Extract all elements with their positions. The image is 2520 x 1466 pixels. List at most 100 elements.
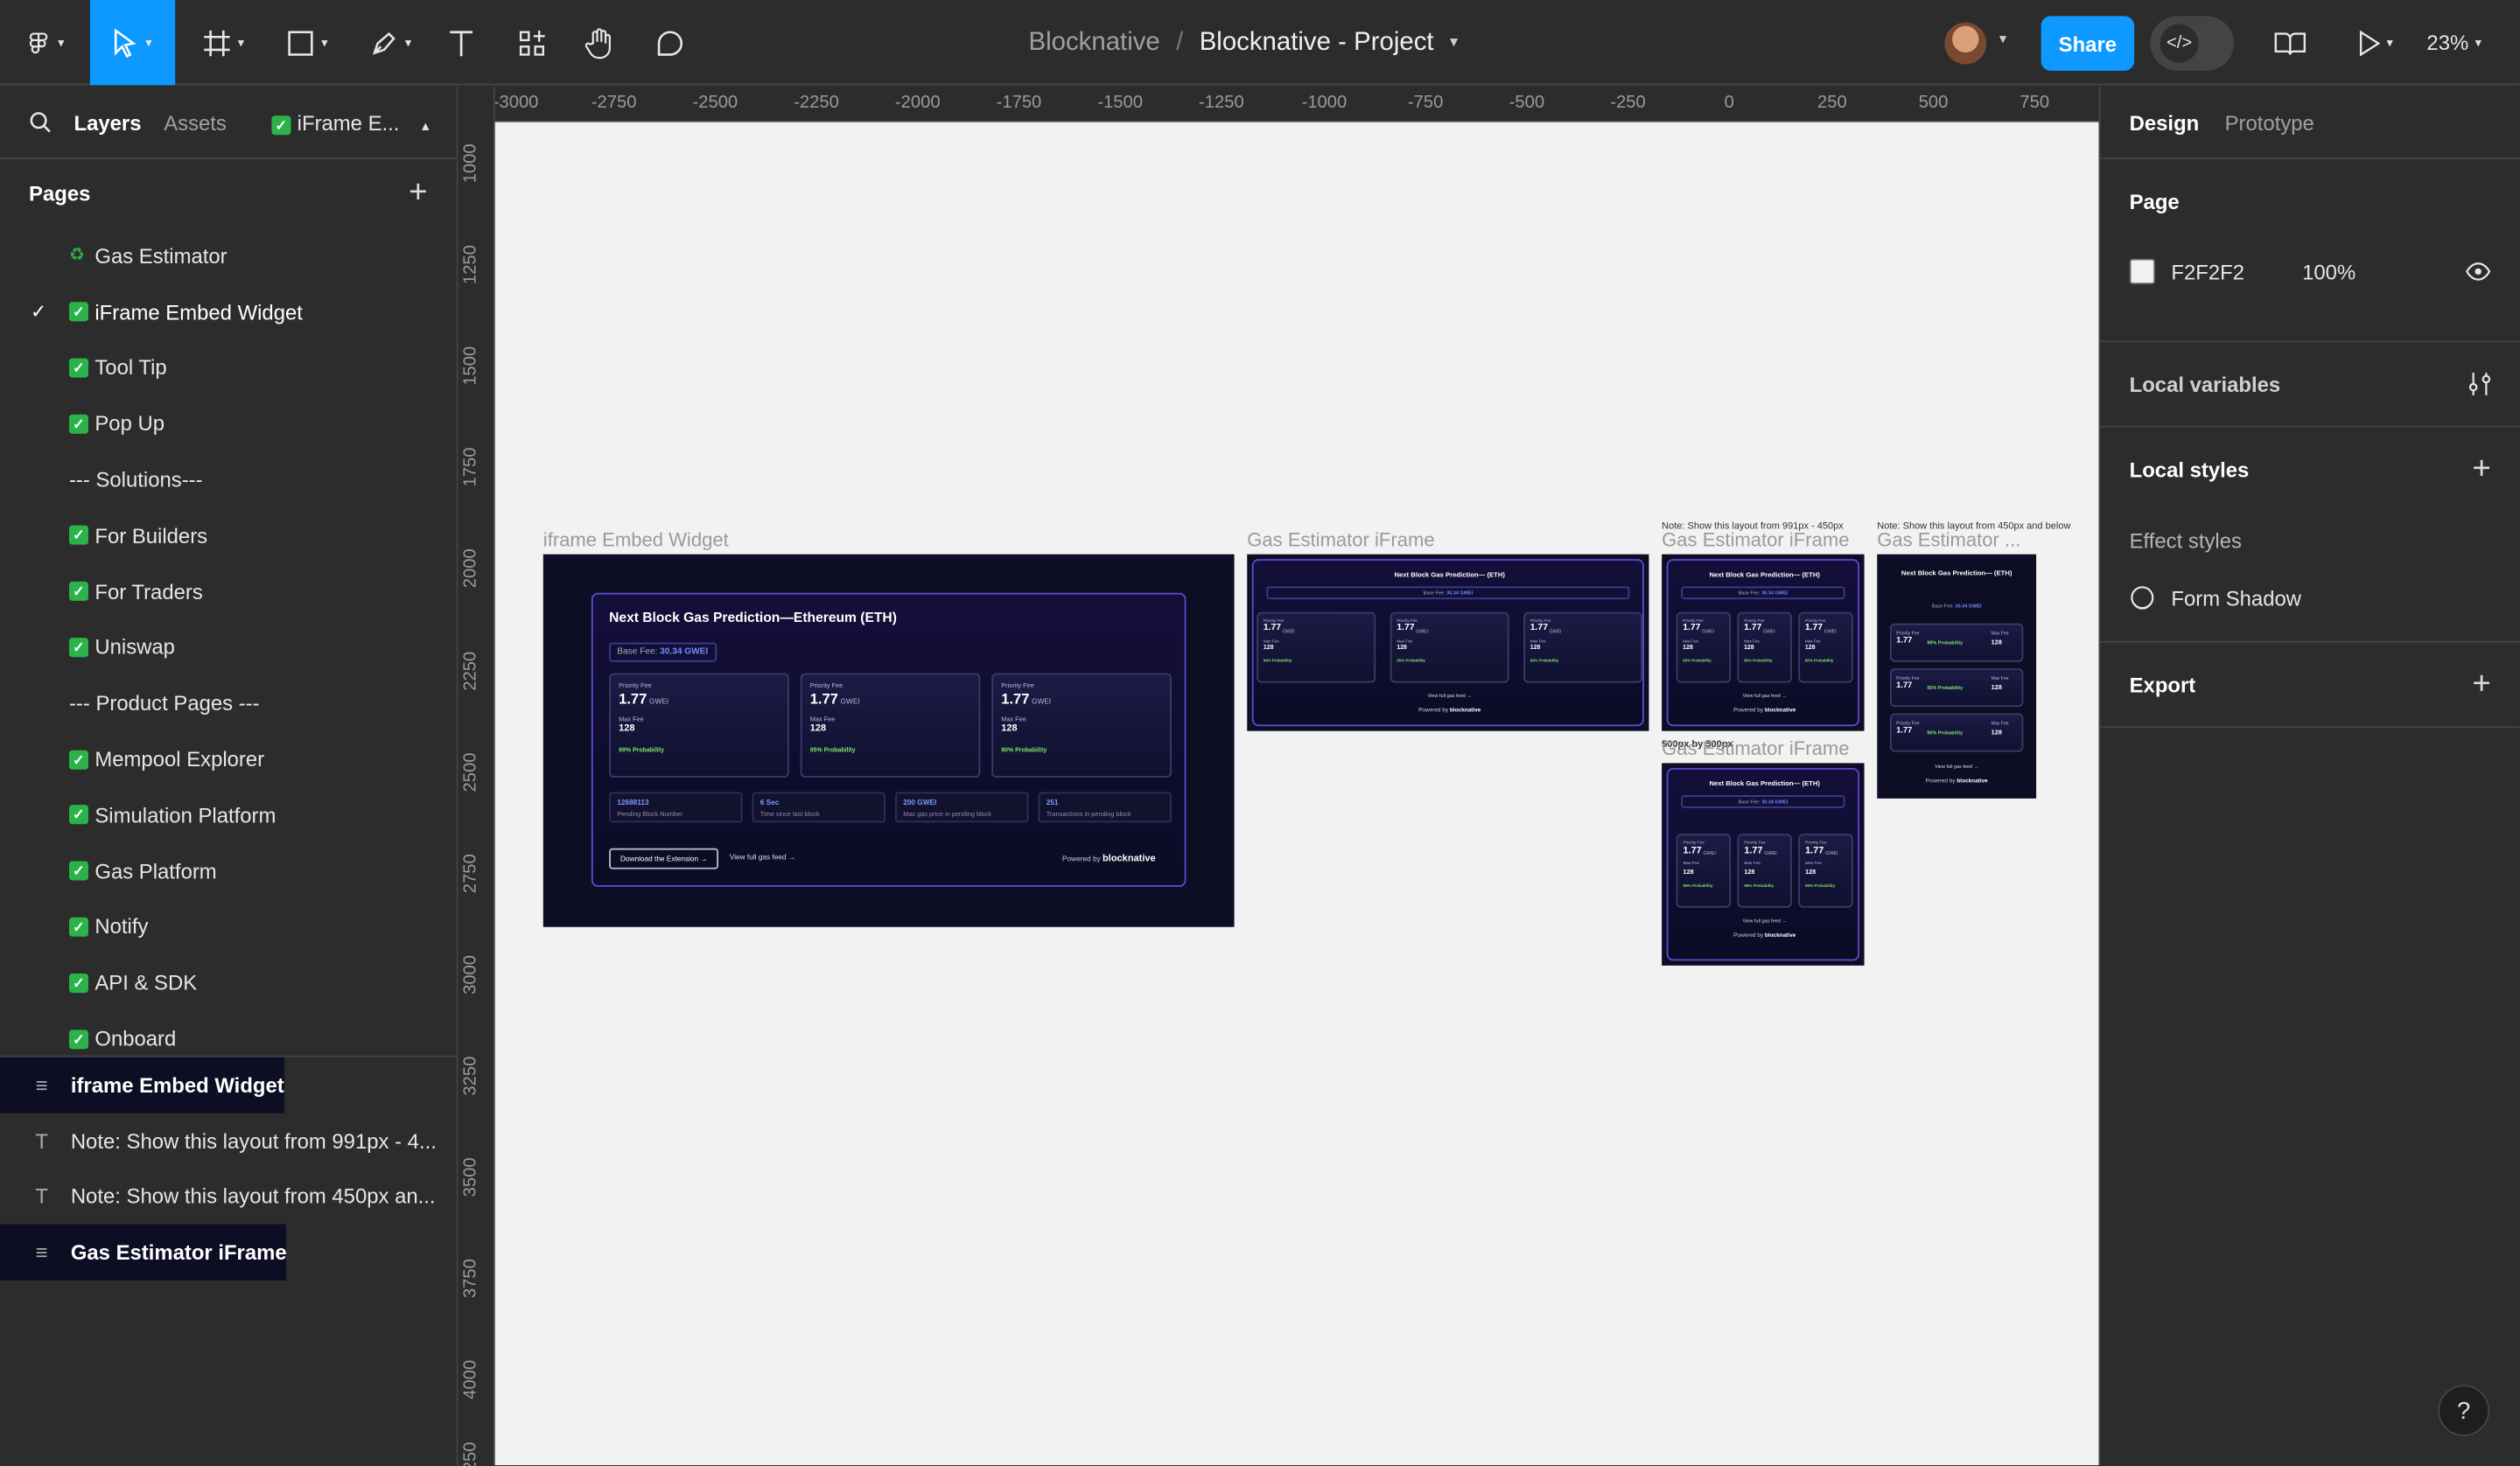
- page-item[interactable]: --- Solutions---: [0, 451, 457, 507]
- team-name[interactable]: Blocknative: [1028, 28, 1159, 57]
- fee-card: Priority Fee 1.77 GWEI Max Fee 128 90% Probab…: [1523, 611, 1643, 683]
- text-tool-button[interactable]: [440, 0, 482, 85]
- page-item[interactable]: ✓ Mempool Explorer: [0, 731, 457, 787]
- page-opacity[interactable]: 100%: [2302, 260, 2356, 284]
- file-title[interactable]: Blocknative / Blocknative - Project ▾: [1028, 0, 1458, 85]
- breadcrumb-separator: /: [1176, 28, 1184, 56]
- hand-tool-button[interactable]: [578, 0, 620, 85]
- color-swatch[interactable]: [2129, 258, 2156, 285]
- layer-item-label: Note: Show this layout from 450px an...: [70, 1184, 436, 1210]
- probability-label: 90% Probability: [1805, 883, 1836, 888]
- gas-estimator-iframe-square[interactable]: Next Block Gas Prediction— (ETH) Base Fee…: [1662, 763, 1865, 966]
- current-page-selector[interactable]: ✓ iFrame E... ▴: [271, 110, 429, 135]
- dev-mode-toggle[interactable]: </>: [2150, 16, 2235, 71]
- add-style-icon[interactable]: +: [2472, 450, 2490, 487]
- chevron-down-icon: ▾: [145, 35, 152, 50]
- page-item[interactable]: ✓ Tool Tip: [0, 340, 457, 396]
- ruler-tick-label: -250: [1610, 93, 1646, 113]
- local-styles-section: Local styles + Effect styles Form Shadow: [2100, 425, 2520, 641]
- max-fee-label: Max Fee: [809, 715, 836, 723]
- widget-title: Next Block Gas Prediction— (ETH): [1709, 778, 1820, 787]
- page-item[interactable]: ✓ API & SDK: [0, 955, 457, 1011]
- form-shadow-style[interactable]: Form Shadow: [2130, 569, 2491, 626]
- export-row[interactable]: Export +: [2130, 643, 2491, 727]
- add-page-icon[interactable]: +: [409, 175, 427, 212]
- chevron-down-icon[interactable]: ▾: [1999, 31, 2006, 48]
- layer-item[interactable]: ≡ iframe Embed Widget: [0, 1057, 284, 1113]
- page-item[interactable]: ✓ Gas Platform: [0, 843, 457, 899]
- stat-label: Max gas price in pending block: [903, 809, 992, 818]
- page-item[interactable]: --- Product Pages ---: [0, 675, 457, 731]
- layer-item[interactable]: T Note: Show this layout from 450px an...: [0, 1169, 457, 1225]
- frame-tool-button[interactable]: ▾: [190, 0, 257, 85]
- frame-label[interactable]: iframe Embed Widget: [543, 528, 729, 551]
- library-button[interactable]: [2269, 0, 2311, 85]
- chevron-down-icon[interactable]: ▾: [1450, 34, 1458, 52]
- check-emoji-icon: ✓: [68, 526, 89, 546]
- powered-by-label: Powered by: [1062, 855, 1101, 863]
- page-item[interactable]: ✓ Onboard: [0, 1011, 457, 1056]
- pen-tool-button[interactable]: ▾: [357, 0, 424, 85]
- tab-assets[interactable]: Assets: [164, 110, 227, 135]
- present-button[interactable]: ▾: [2347, 0, 2404, 85]
- page-fill-row[interactable]: F2F2F2 100%: [2129, 242, 2491, 300]
- page-item[interactable]: ✓ Pop Up: [0, 396, 457, 452]
- figma-window: ▾ ▾ ▾ ▾ ▾ Blocknative / Blocknative - Pr…: [0, 0, 2520, 1466]
- avatar[interactable]: [1944, 22, 1987, 65]
- stat-value: 200 GWEI: [903, 798, 937, 807]
- layer-item[interactable]: ≡ Gas Estimator iFrame: [0, 1225, 287, 1281]
- iframe-embed-widget-frame[interactable]: Next Block Gas Prediction—Ethereum (ETH)…: [542, 554, 1235, 927]
- page-item[interactable]: ✓ For Builders: [0, 507, 457, 563]
- page-item-label: Notify: [94, 914, 149, 939]
- page-item[interactable]: ✓ Uniswap: [0, 619, 457, 675]
- canvas[interactable]: iframe Embed Widget Next Block Gas Predi…: [494, 122, 2099, 1466]
- pen-icon: [372, 31, 396, 54]
- gas-widget: Next Block Gas Prediction— (ETH) Base Fee…: [1251, 559, 1644, 727]
- tab-layers[interactable]: Layers: [74, 110, 141, 135]
- page-item[interactable]: ✓ Simulation Platform: [0, 787, 457, 843]
- base-fee-label: Base Fee:: [1738, 798, 1760, 806]
- move-tool-button[interactable]: ▾: [89, 0, 176, 86]
- main-menu-button[interactable]: ▾: [16, 0, 74, 85]
- tab-design[interactable]: Design: [2130, 110, 2200, 135]
- page-item[interactable]: ♻ Gas Estimator: [0, 228, 457, 284]
- help-button[interactable]: ?: [2438, 1385, 2490, 1437]
- frame-label[interactable]: Gas Estimator iFrame: [1662, 528, 1849, 551]
- stat-box: 251 Transactions in pending block: [1038, 792, 1172, 823]
- frame-label[interactable]: Gas Estimator iFrame: [1662, 737, 1849, 760]
- download-extension-button[interactable]: Download the Extension →: [609, 848, 719, 869]
- frame-label[interactable]: Gas Estimator ...: [1877, 528, 2036, 551]
- project-name[interactable]: Blocknative - Project: [1200, 28, 1434, 57]
- frame-label[interactable]: Gas Estimator iFrame: [1247, 528, 1434, 551]
- priority-fee-value: 1.77: [1530, 624, 1548, 634]
- priority-fee-value: 1.77: [1263, 624, 1282, 634]
- variables-icon[interactable]: [2468, 371, 2491, 396]
- shape-tool-button[interactable]: ▾: [273, 0, 340, 85]
- gas-estimator-iframe-wide[interactable]: Next Block Gas Prediction— (ETH) Base Fee…: [1247, 554, 1649, 731]
- page-item[interactable]: ✓ Notify: [0, 899, 457, 955]
- resources-button[interactable]: [511, 0, 553, 85]
- cursor-icon: [115, 28, 137, 58]
- view-feed-link[interactable]: View full gas feed →: [730, 853, 795, 861]
- max-fee-value: 128: [619, 724, 635, 735]
- page-item[interactable]: ✓ ✓ iFrame Embed Widget: [0, 284, 457, 340]
- unit-label: GWEI: [1703, 849, 1716, 857]
- base-fee-value: 30.34 GWEI: [1446, 590, 1474, 597]
- eye-icon[interactable]: [2465, 262, 2491, 281]
- zoom-menu[interactable]: 23% ▾: [2426, 0, 2482, 85]
- add-export-icon[interactable]: +: [2472, 666, 2490, 702]
- page-item[interactable]: ✓ For Traders: [0, 563, 457, 619]
- share-button[interactable]: Share: [2040, 16, 2135, 71]
- gas-estimator-iframe-narrow[interactable]: Next Block Gas Prediction— (ETH) Base Fee…: [1877, 554, 2037, 799]
- probability-label: 90% Probability: [1530, 659, 1559, 665]
- layer-item[interactable]: T Note: Show this layout from 991px - 4..…: [0, 1113, 457, 1169]
- local-variables-row[interactable]: Local variables: [2130, 342, 2491, 426]
- search-icon[interactable]: [29, 111, 52, 134]
- comment-tool-button[interactable]: [649, 0, 691, 85]
- max-fee-label: Max Fee: [1804, 639, 1821, 644]
- page-color-hex[interactable]: F2F2F2: [2171, 260, 2244, 284]
- gas-estimator-iframe-medium[interactable]: Next Block Gas Prediction— (ETH) Base Fee…: [1662, 554, 1865, 731]
- max-fee-value: 128: [809, 724, 827, 735]
- tab-prototype[interactable]: Prototype: [2225, 110, 2314, 135]
- probability-label: 99% Probability: [1683, 883, 1713, 888]
